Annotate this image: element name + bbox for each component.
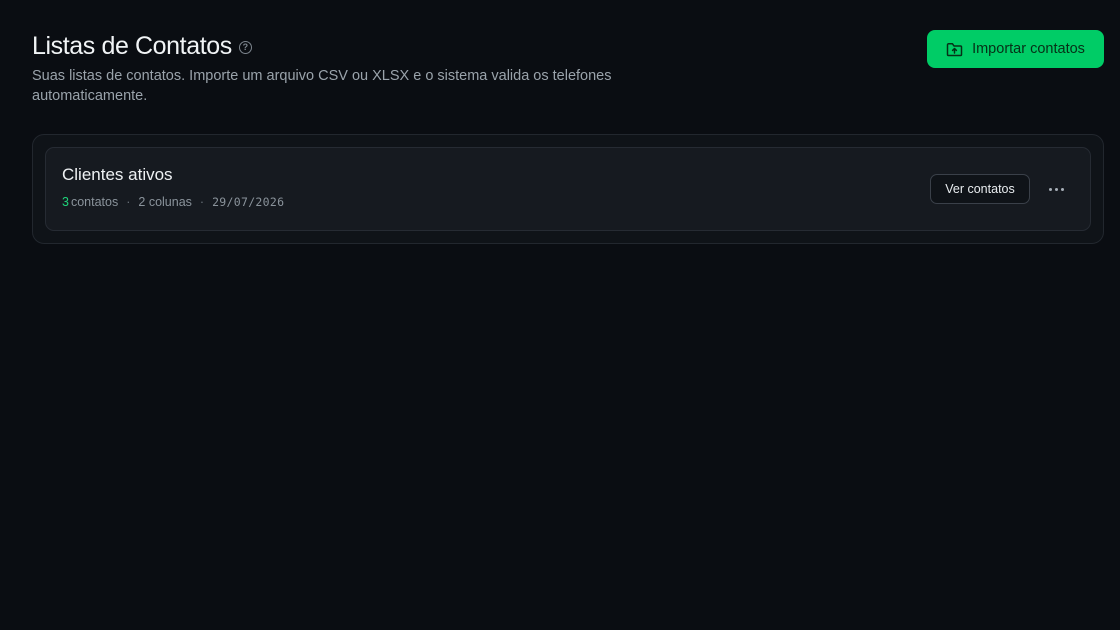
- more-dot: [1048, 187, 1052, 191]
- page-title: Listas de Contatos: [32, 32, 232, 60]
- page-header: Listas de Contatos ? Suas listas de cont…: [32, 30, 1104, 110]
- more-horizontal-icon[interactable]: [1042, 178, 1070, 200]
- meta-separator: ·: [199, 195, 205, 209]
- meta-separator: ·: [126, 195, 131, 209]
- list-date: 29/07/2026: [212, 195, 285, 209]
- list-item: Clientes ativos 3 contatos · 2 colunas ·…: [45, 147, 1091, 231]
- more-dot: [1060, 187, 1064, 191]
- contact-lists-panel: Clientes ativos 3 contatos · 2 colunas ·…: [32, 134, 1104, 244]
- page-subtitle: Suas listas de contatos. Importe um arqu…: [32, 68, 612, 104]
- column-count: 2 colunas: [138, 195, 192, 209]
- view-contacts-button[interactable]: Ver contatos: [930, 174, 1030, 204]
- import-contacts-label: Importar contatos: [972, 41, 1085, 57]
- contact-count: 3: [62, 195, 69, 209]
- list-name: Clientes ativos: [62, 165, 173, 184]
- list-meta: 3 contatos · 2 colunas · 29/07/2026: [62, 195, 284, 209]
- contact-count-label: contatos: [70, 195, 119, 209]
- import-contacts-button[interactable]: Importar contatos: [927, 30, 1104, 68]
- more-dot: [1054, 187, 1058, 191]
- help-circle-icon[interactable]: ?: [238, 40, 252, 54]
- folder-upload-icon: [946, 42, 963, 56]
